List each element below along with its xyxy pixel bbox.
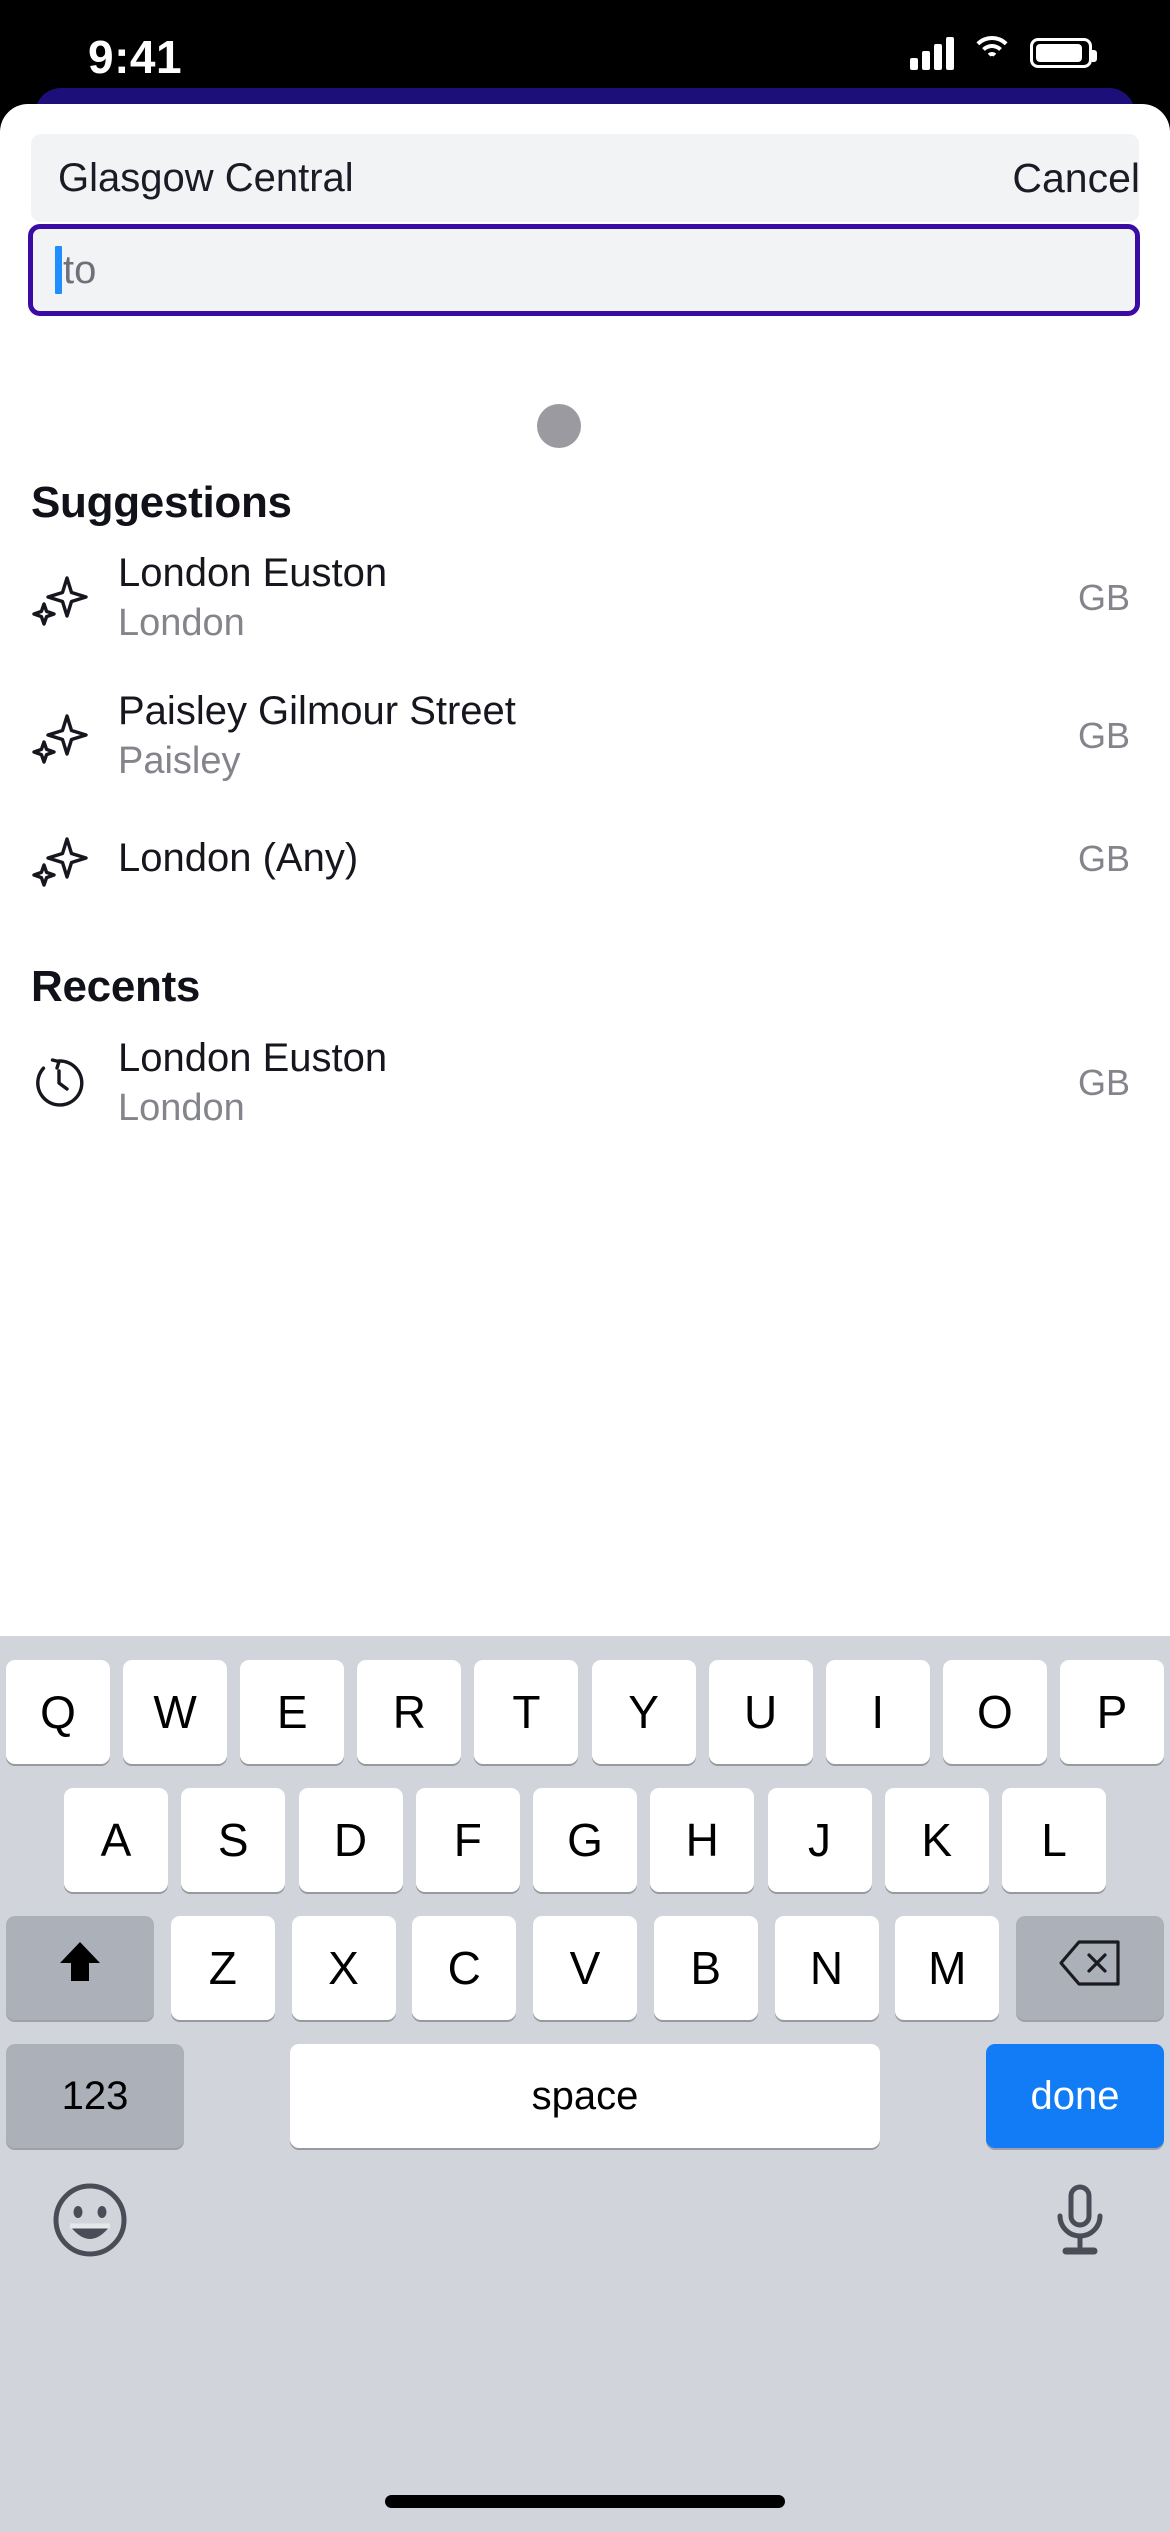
key-q[interactable]: Q	[6, 1660, 110, 1764]
key-b[interactable]: B	[653, 1916, 758, 2020]
key-g[interactable]: G	[533, 1788, 637, 1892]
key-h[interactable]: H	[650, 1788, 755, 1892]
suggestion-row[interactable]: London Euston London GB	[0, 539, 1170, 657]
backspace-icon	[1058, 1938, 1122, 1999]
key-w[interactable]: W	[123, 1660, 228, 1764]
key-y[interactable]: Y	[591, 1660, 696, 1764]
shift-arrow-icon	[52, 1935, 108, 2002]
keyboard-row-4: 123 space done	[0, 2044, 1170, 2148]
key-r[interactable]: R	[357, 1660, 462, 1764]
emoji-smiley-icon	[48, 2183, 132, 2266]
key-o[interactable]: O	[942, 1660, 1047, 1764]
wifi-icon	[970, 36, 1014, 70]
suggestion-row[interactable]: Paisley Gilmour Street Paisley GB	[0, 677, 1170, 795]
recent-text: London Euston London	[118, 1035, 1078, 1130]
shift-key[interactable]	[6, 1916, 154, 2020]
key-l[interactable]: L	[1002, 1788, 1106, 1892]
destination-placeholder: to	[63, 247, 97, 292]
space-key[interactable]: space	[290, 2044, 880, 2148]
key-k[interactable]: K	[884, 1788, 989, 1892]
key-j[interactable]: J	[767, 1788, 872, 1892]
suggestion-subtitle: London	[118, 601, 245, 644]
key-e[interactable]: E	[240, 1660, 345, 1764]
microphone-icon	[1038, 2184, 1122, 2266]
sparkle-icon	[0, 704, 118, 768]
suggestion-text: London (Any)	[118, 835, 1078, 882]
status-bar-icons	[910, 36, 1097, 70]
key-f[interactable]: F	[415, 1788, 520, 1892]
suggestion-text: Paisley Gilmour Street Paisley	[118, 688, 1078, 783]
sparkle-icon	[0, 566, 118, 630]
recent-country: GB	[1077, 1062, 1130, 1103]
cellular-signal-icon	[910, 36, 954, 70]
suggestion-name: Paisley Gilmour Street	[118, 689, 516, 734]
search-sheet: Glasgow Central Cancel to Suggestions Lo…	[0, 104, 1170, 1636]
key-c[interactable]: C	[412, 1916, 517, 2020]
emoji-button[interactable]	[48, 2178, 132, 2262]
backspace-key[interactable]	[1016, 1916, 1164, 2020]
keyboard-row-3: Z X C V B N M	[0, 1916, 1170, 2020]
battery-icon	[1030, 38, 1097, 68]
suggestion-text: London Euston London	[118, 550, 1078, 645]
key-d[interactable]: D	[298, 1788, 403, 1892]
home-indicator	[385, 2495, 785, 2508]
dictation-button[interactable]	[1038, 2178, 1122, 2262]
key-p[interactable]: P	[1059, 1660, 1164, 1764]
suggestion-name: London Euston	[118, 551, 388, 596]
suggestions-heading: Suggestions	[31, 478, 292, 527]
key-s[interactable]: S	[181, 1788, 286, 1892]
destination-input[interactable]: to	[28, 224, 1140, 316]
history-clock-icon	[0, 1051, 118, 1115]
recent-name: London Euston	[118, 1036, 388, 1081]
recents-heading: Recents	[31, 962, 201, 1011]
key-a[interactable]: A	[64, 1788, 168, 1892]
suggestion-subtitle: Paisley	[118, 739, 241, 782]
key-v[interactable]: V	[533, 1916, 637, 2020]
drag-handle-dot[interactable]	[537, 404, 581, 448]
done-key[interactable]: done	[986, 2044, 1164, 2148]
key-m[interactable]: M	[895, 1916, 1000, 2020]
origin-input[interactable]: Glasgow Central	[31, 134, 1139, 222]
suggestion-country: GB	[1077, 715, 1130, 756]
key-t[interactable]: T	[474, 1660, 579, 1764]
on-screen-keyboard: Q W E R T Y U I O P A S D F G H J K L Z …	[0, 1636, 1170, 2532]
key-u[interactable]: U	[708, 1660, 813, 1764]
keyboard-row-1: Q W E R T Y U I O P	[0, 1660, 1170, 1764]
cancel-button[interactable]: Cancel	[1012, 134, 1140, 222]
text-cursor	[55, 246, 62, 294]
suggestion-row[interactable]: London (Any) GB	[0, 816, 1170, 902]
suggestion-name: London (Any)	[118, 836, 359, 881]
key-n[interactable]: N	[774, 1916, 879, 2020]
status-bar-time: 9:41	[88, 31, 183, 83]
keyboard-row-2: A S D F G H J K L	[0, 1788, 1170, 1892]
numbers-key[interactable]: 123	[6, 2044, 184, 2148]
suggestion-country: GB	[1077, 577, 1130, 618]
suggestion-country: GB	[1077, 838, 1130, 879]
origin-value: Glasgow Central	[58, 155, 354, 200]
key-i[interactable]: I	[825, 1660, 930, 1764]
recent-subtitle: London	[118, 1086, 245, 1129]
sparkle-icon	[0, 827, 118, 891]
key-x[interactable]: X	[291, 1916, 396, 2020]
key-z[interactable]: Z	[170, 1916, 275, 2020]
recent-row[interactable]: London Euston London GB	[0, 1024, 1170, 1142]
keyboard-bottom-bar	[0, 2168, 1170, 2308]
